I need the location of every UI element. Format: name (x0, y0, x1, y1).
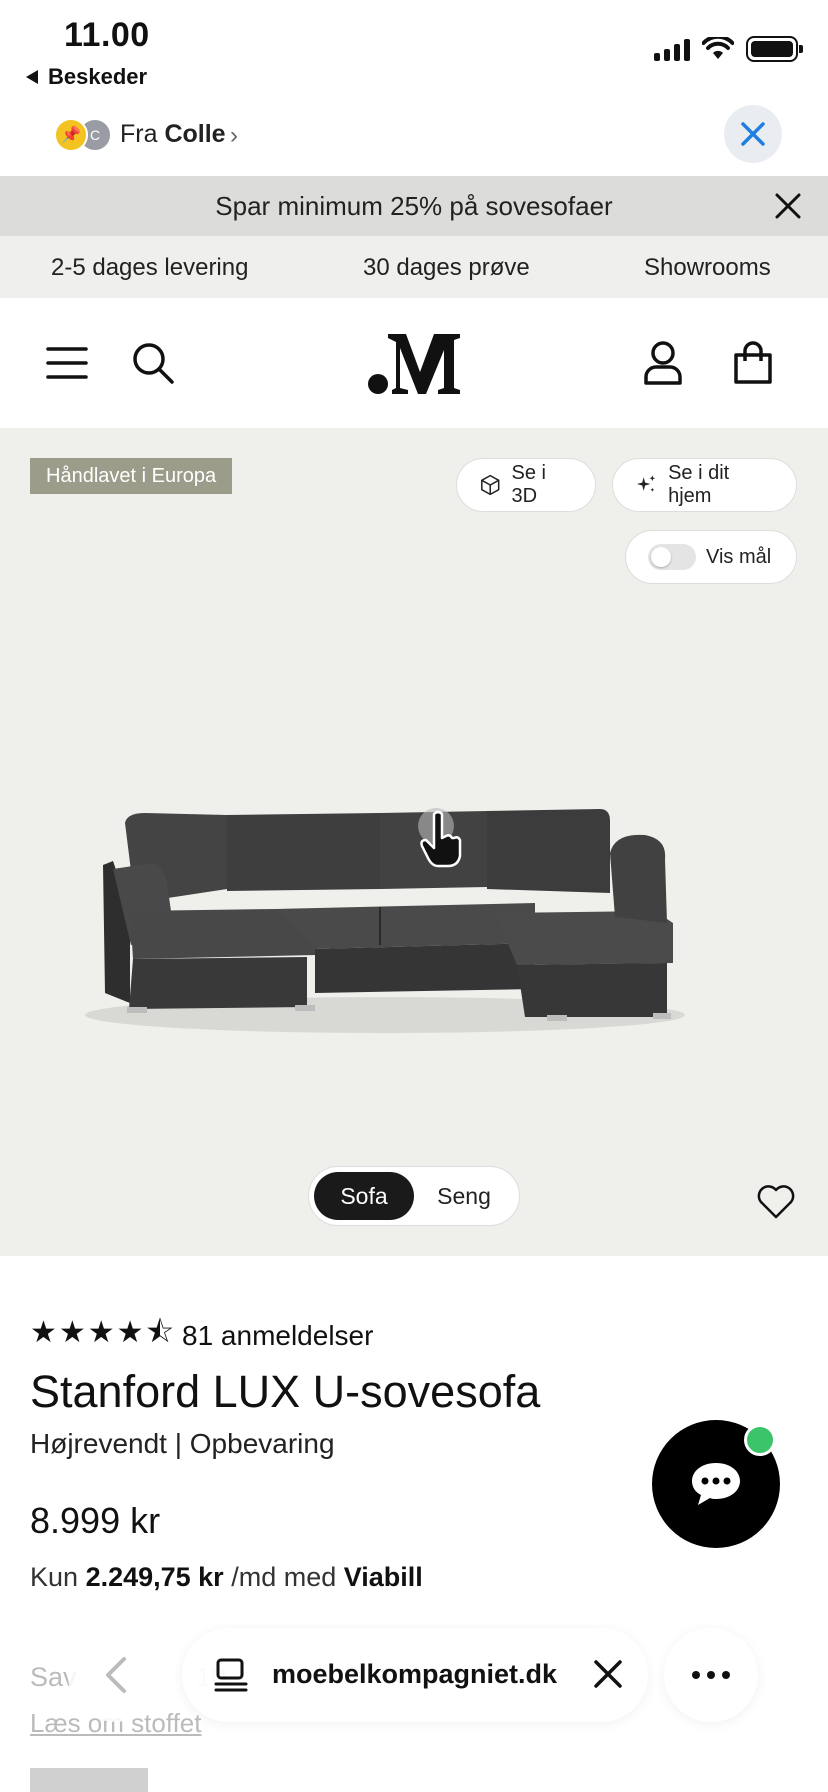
finance-provider: Viabill (343, 1562, 423, 1592)
browser-back-button[interactable] (68, 1628, 162, 1722)
cart-icon[interactable] (726, 336, 780, 390)
usp-showrooms[interactable]: Showrooms (644, 254, 771, 282)
page-menu-icon[interactable] (212, 1656, 250, 1694)
sofa-product-image (85, 809, 685, 1033)
back-to-app-link[interactable]: Beskeder (26, 64, 147, 90)
product-price: 8.999 kr (30, 1500, 161, 1541)
battery-icon (746, 36, 803, 62)
finance-mid: /md med (231, 1562, 337, 1592)
status-time: 11.00 (64, 16, 150, 54)
dot (692, 1671, 700, 1679)
sparkle-icon (636, 475, 656, 492)
financing-info: Kun 2.249,75 kr /md med Viabill (30, 1562, 423, 1593)
star-rating-icon: ★★★★⯪ (30, 1316, 176, 1349)
chevron-right-icon[interactable]: › (230, 122, 238, 150)
view-in-3d-button[interactable]: Se i 3D (456, 458, 596, 512)
view-option-sofa[interactable]: Sofa (314, 1172, 414, 1220)
usp-strip: 2-5 dages levering 30 dages prøve Showro… (0, 236, 828, 298)
finance-prefix: Kun (30, 1562, 79, 1592)
close-icon[interactable] (774, 186, 802, 228)
view-3d-label: Se i 3D (511, 462, 546, 507)
url-text: moebelkompagniet.dk (272, 1659, 558, 1689)
hand-pointer-icon (418, 808, 462, 868)
close-icon (741, 122, 765, 146)
cube-icon (481, 474, 500, 496)
from-name: Colle (164, 120, 226, 148)
search-icon[interactable] (126, 336, 180, 390)
from-prefix: Fra (120, 120, 158, 148)
chevron-left-icon (106, 1657, 126, 1693)
status-bar: 11.00 Beskeder (0, 0, 828, 100)
fabric-swatch[interactable] (30, 1768, 148, 1792)
close-icon[interactable] (586, 1652, 630, 1696)
handmade-badge: Håndlavet i Europa (30, 458, 233, 494)
menu-icon[interactable] (40, 336, 94, 390)
brand-logo[interactable] (364, 328, 464, 398)
online-status-dot (744, 1424, 776, 1456)
promo-text: Spar minimum 25% på sovesofaer (215, 190, 613, 221)
shared-from-bar: 📌 C Fra Colle › (0, 100, 828, 176)
shared-from-label[interactable]: Fra Colle (120, 120, 226, 149)
view-option-bed[interactable]: Seng (414, 1172, 514, 1220)
pin-avatar-icon: 📌 (54, 118, 88, 152)
heart-icon[interactable] (756, 1184, 796, 1220)
product-rating[interactable]: ★★★★⯪ 81 anmeldelser (30, 1310, 373, 1361)
dot (722, 1671, 730, 1679)
usp-delivery[interactable]: 2-5 dages levering (51, 254, 248, 282)
close-shared-button[interactable] (724, 105, 782, 163)
wifi-icon (702, 37, 734, 59)
show-dimensions-label: Vis mål (706, 545, 772, 568)
back-triangle-icon (26, 70, 38, 84)
view-home-label: Se i dit hjem (668, 462, 730, 507)
finance-amount: 2.249,75 kr (85, 1562, 224, 1592)
dimensions-switch[interactable] (648, 544, 696, 570)
view-in-home-button[interactable]: Se i dit hjem (612, 458, 797, 512)
sender-avatars: 📌 C (54, 118, 114, 152)
account-icon[interactable] (636, 336, 690, 390)
address-bar[interactable]: moebelkompagniet.dk (182, 1628, 648, 1722)
back-app-label: Beskeder (48, 64, 148, 89)
site-header (0, 298, 828, 428)
show-dimensions-toggle[interactable]: Vis mål (625, 530, 797, 584)
usp-trial[interactable]: 30 dages prøve (363, 254, 530, 282)
reviews-count: 81 anmeldelser (182, 1319, 374, 1351)
product-subtitle: Højrevendt | Opbevaring (30, 1428, 335, 1459)
dot (707, 1671, 715, 1679)
product-image-area[interactable]: Håndlavet i Europa Se i 3D Se i dit hjem… (0, 428, 828, 1256)
more-options-button[interactable] (664, 1628, 758, 1722)
chat-bubble-icon (692, 1463, 740, 1505)
promo-banner[interactable]: Spar minimum 25% på sovesofaer (0, 176, 828, 236)
cellular-signal-icon (654, 37, 690, 61)
view-switcher[interactable]: Sofa Seng (308, 1166, 520, 1226)
product-title: Stanford LUX U-sovesofa (30, 1366, 541, 1417)
status-icons (654, 36, 803, 62)
